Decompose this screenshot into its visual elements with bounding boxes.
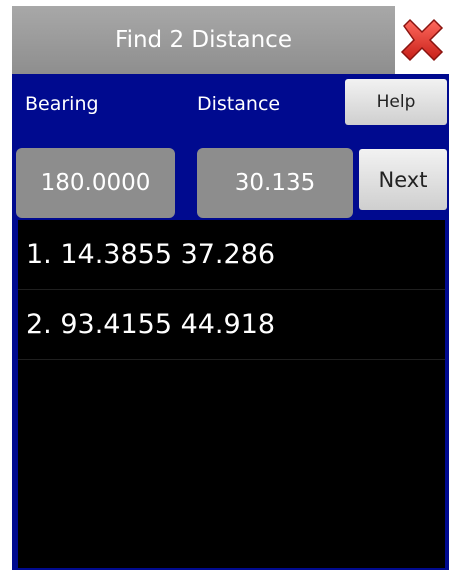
- distance-input-value: 30.135: [234, 170, 316, 196]
- next-button-label: Next: [378, 167, 428, 192]
- help-button-label: Help: [376, 92, 416, 112]
- title-bar: Find 2 Distance: [12, 6, 395, 74]
- bearing-input-value: 180.0000: [40, 170, 151, 196]
- distance-label: Distance: [197, 93, 281, 115]
- list-item-text: 2. 93.4155 44.918: [26, 309, 276, 340]
- page-title: Find 2 Distance: [115, 27, 292, 53]
- bearing-label: Bearing: [25, 93, 99, 115]
- list-item[interactable]: 2. 93.4155 44.918: [18, 290, 445, 360]
- close-button[interactable]: [395, 6, 449, 74]
- results-list[interactable]: 1. 14.3855 37.286 2. 93.4155 44.918: [18, 220, 445, 568]
- bearing-input[interactable]: 180.0000: [16, 148, 175, 218]
- app-frame: Find 2 Distance Bearing Distance Help 18…: [12, 6, 449, 570]
- next-button[interactable]: Next: [359, 149, 447, 210]
- list-item-text: 1. 14.3855 37.286: [26, 239, 276, 270]
- list-item[interactable]: 1. 14.3855 37.286: [18, 220, 445, 290]
- close-x-icon: [400, 18, 444, 62]
- distance-input[interactable]: 30.135: [197, 148, 353, 218]
- help-button[interactable]: Help: [345, 79, 447, 125]
